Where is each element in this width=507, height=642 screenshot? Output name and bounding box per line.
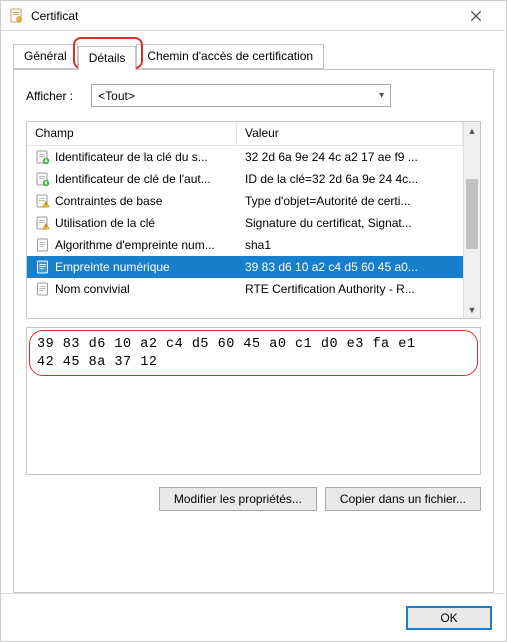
close-button[interactable] — [454, 2, 498, 30]
table-row[interactable]: Contraintes de base Type d'objet=Autorité… — [27, 190, 463, 212]
prop-icon — [35, 237, 51, 253]
filter-select[interactable]: <Tout> ▾ — [91, 84, 391, 107]
row-value-label: RTE Certification Authority - R... — [237, 282, 463, 296]
list-scrollbar[interactable]: ▲ ▼ — [463, 122, 480, 318]
row-value-label: 32 2d 6a 9e 24 4c a2 17 ae f9 ... — [237, 150, 463, 164]
scroll-down-button[interactable]: ▼ — [464, 301, 480, 318]
dialog-body: Général Détails Chemin d'accès de certif… — [1, 31, 506, 593]
close-icon — [471, 11, 481, 21]
row-field-label: Identificateur de clé de l'aut... — [55, 172, 211, 186]
row-field-label: Identificateur de la clé du s... — [55, 150, 208, 164]
tab-details[interactable]: Détails — [78, 46, 137, 70]
table-row[interactable]: Utilisation de la clé Signature du certif… — [27, 212, 463, 234]
table-row[interactable]: Identificateur de clé de l'aut... ID de l… — [27, 168, 463, 190]
tab-certpath[interactable]: Chemin d'accès de certification — [136, 44, 324, 69]
ok-button[interactable]: OK — [406, 606, 492, 630]
scroll-track[interactable] — [464, 139, 480, 301]
table-row[interactable]: Empreinte numérique 39 83 d6 10 a2 c4 d5 … — [27, 256, 463, 278]
ext-warn-icon — [35, 193, 51, 209]
filter-value: <Tout> — [98, 89, 135, 103]
table-row[interactable]: Nom convivial RTE Certification Authority… — [27, 278, 463, 300]
tabs: Général Détails Chemin d'accès de certif… — [13, 41, 494, 69]
chevron-down-icon: ▾ — [379, 90, 384, 101]
certificate-icon — [9, 8, 25, 24]
row-value-label: Signature du certificat, Signat... — [237, 216, 463, 230]
row-field-label: Contraintes de base — [55, 194, 162, 208]
row-value-label: sha1 — [237, 238, 463, 252]
prop-icon — [35, 281, 51, 297]
window-title: Certificat — [31, 9, 454, 23]
field-detail-text[interactable]: 39 83 d6 10 a2 c4 d5 60 45 a0 c1 d0 e3 f… — [26, 327, 481, 475]
filter-label: Afficher : — [26, 89, 73, 103]
row-value-label: ID de la clé=32 2d 6a 9e 24 4c... — [237, 172, 463, 186]
tab-content-details: Afficher : <Tout> ▾ Champ Valeur Identif… — [13, 69, 494, 593]
ext-down-icon — [35, 171, 51, 187]
tab-general[interactable]: Général — [13, 44, 78, 69]
certificate-dialog: Certificat Général Détails Chemin d'accè… — [0, 0, 507, 642]
scroll-thumb[interactable] — [466, 179, 478, 249]
copy-to-file-button[interactable]: Copier dans un fichier... — [325, 487, 481, 511]
prop-icon — [35, 259, 51, 275]
row-field-label: Empreinte numérique — [55, 260, 170, 274]
scroll-up-button[interactable]: ▲ — [464, 122, 480, 139]
list-header: Champ Valeur — [27, 122, 463, 146]
table-row[interactable]: Identificateur de la clé du s... 32 2d 6a… — [27, 146, 463, 168]
edit-properties-button[interactable]: Modifier les propriétés... — [159, 487, 317, 511]
row-value-label: 39 83 d6 10 a2 c4 d5 60 45 a0... — [237, 260, 463, 274]
ext-warn-icon — [35, 215, 51, 231]
row-field-label: Algorithme d'empreinte num... — [55, 238, 215, 252]
detail-text-content: 39 83 d6 10 a2 c4 d5 60 45 a0 c1 d0 e3 f… — [37, 337, 415, 370]
dialog-footer: OK — [1, 593, 506, 641]
titlebar: Certificat — [1, 1, 506, 31]
action-buttons: Modifier les propriétés... Copier dans u… — [26, 487, 481, 511]
row-field-label: Nom convivial — [55, 282, 130, 296]
column-header-field[interactable]: Champ — [27, 122, 237, 145]
column-header-value[interactable]: Valeur — [237, 122, 463, 145]
row-field-label: Utilisation de la clé — [55, 216, 155, 230]
fields-list: Champ Valeur Identificateur de la clé du… — [26, 121, 481, 319]
table-row[interactable]: Algorithme d'empreinte num... sha1 — [27, 234, 463, 256]
ext-down-icon — [35, 149, 51, 165]
row-value-label: Type d'objet=Autorité de certi... — [237, 194, 463, 208]
filter-row: Afficher : <Tout> ▾ — [26, 84, 481, 107]
